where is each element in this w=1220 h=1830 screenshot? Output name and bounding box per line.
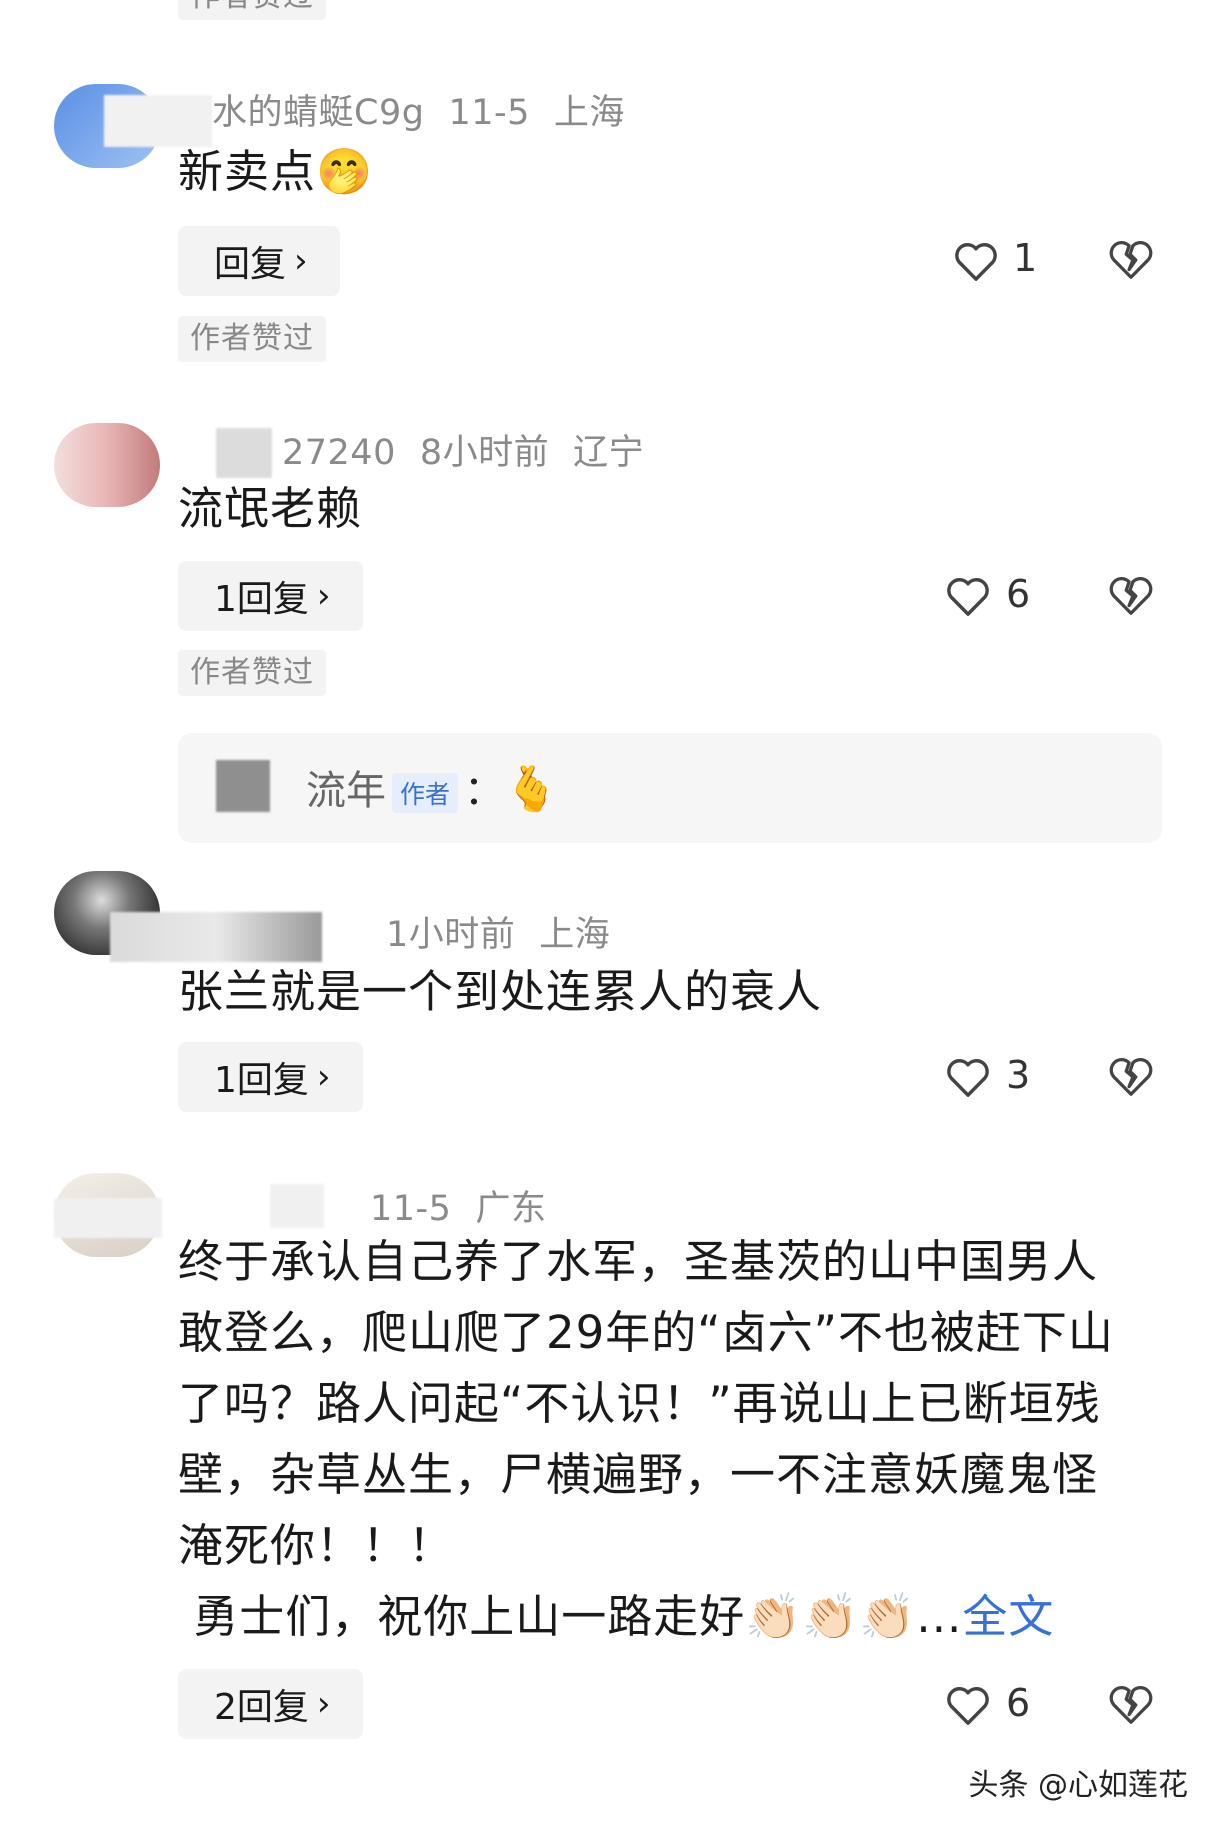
comment-location: 上海 [539,915,611,955]
avatar[interactable] [54,423,160,507]
comment-line: 敢登么，爬山爬了29年的“卤六”不也被赶下山 [178,1306,1114,1359]
comment-text: 新卖点🤭 [178,145,374,198]
comment-line-last: 勇士们，祝你上山一路走好👏🏻👏🏻👏🏻...全文 [178,1590,1055,1643]
comment-line: 了吗？路人问起“不认识！”再说山上已断垣残 [178,1377,1101,1430]
heart-icon[interactable] [953,240,999,282]
author-liked-tag-top: 作者赞过 [178,0,326,20]
reply-label: 1回复 [214,579,309,620]
reply-button[interactable]: 1回复 › [178,1042,363,1112]
watermark: 头条 @心如莲花 [968,1768,1188,1803]
heart-icon[interactable] [945,1056,991,1098]
comment-date: 8小时前 [419,433,550,473]
finger-heart-emoji: 🫰 [504,764,559,815]
redacted-username-blur [54,1198,162,1238]
chevron-right-icon: › [294,241,308,281]
author-reply-line: 流年 作者 ：🫰 [306,758,559,816]
broken-heart-icon[interactable] [1108,1682,1154,1728]
comment-line: 壁，杂草丛生，尸横遍野，一不注意妖魔鬼怪 [178,1448,1099,1501]
comment-meta: 水的蜻蜓C9g 11-5 上海 [212,84,649,135]
comment-date: 11-5 [370,1189,452,1229]
comment-line: 淹死你！！！ [178,1519,455,1572]
comment-meta: 27240 8小时前 辽宁 [282,424,668,475]
comment-date: 11-5 [448,93,530,133]
chevron-right-icon: › [316,576,331,616]
author-liked-tag: 作者赞过 [178,650,326,696]
clapping-hands-emoji: 👏🏻👏🏻👏🏻 [745,1590,917,1643]
like-count: 6 [1006,572,1031,616]
comment-line: 终于承认自己养了水军，圣基茨的山中国男人 [178,1235,1099,1288]
full-text-link[interactable]: 全文 [962,1590,1054,1643]
redacted-username-blur [216,428,272,478]
reply-button[interactable]: 回复 › [178,226,340,296]
comment-location: 广东 [475,1189,547,1229]
author-liked-tag: 作者赞过 [178,316,326,362]
comment-meta: 1小时前 上海 [362,906,634,957]
cover-mouth-emoji: 🤭 [316,145,374,198]
redacted-username-blur [270,1184,324,1228]
comment-text: 终于承认自己养了水军，圣基茨的山中国男人 敢登么，爬山爬了29年的“卤六”不也被… [178,1226,1168,1652]
comment-text: 流氓老赖 [178,482,363,535]
reply-label: 1回复 [214,1060,309,1101]
broken-heart-icon[interactable] [1108,237,1154,283]
chevron-right-icon: › [316,1057,331,1097]
like-count: 6 [1006,1681,1031,1725]
reply-label: 回复 [214,244,287,285]
comment-location: 辽宁 [573,433,645,473]
username[interactable]: 27240 [282,433,396,473]
redacted-username-blur [110,912,322,962]
username[interactable]: 水的蜻蜓C9g [212,93,424,133]
reply-button[interactable]: 2回复 › [178,1669,363,1739]
chevron-right-icon: › [316,1684,331,1724]
comment-meta: 11-5 广东 [346,1180,570,1231]
redacted-avatar-blur [216,760,270,812]
broken-heart-icon[interactable] [1108,573,1154,619]
reply-label: 2回复 [214,1687,309,1728]
comment-date: 1小时前 [386,915,516,955]
like-count: 3 [1006,1053,1031,1097]
author-badge: 作者 [392,773,459,813]
broken-heart-icon[interactable] [1108,1054,1154,1100]
heart-icon[interactable] [945,1684,991,1726]
reply-button[interactable]: 1回复 › [178,561,363,631]
reply-colon: ： [464,768,505,814]
comment-location: 上海 [553,93,625,133]
author-name[interactable]: 流年 [306,768,386,814]
like-count: 1 [1013,236,1038,280]
heart-icon[interactable] [945,575,991,617]
comment-text: 张兰就是一个到处连累人的衰人 [178,965,823,1018]
